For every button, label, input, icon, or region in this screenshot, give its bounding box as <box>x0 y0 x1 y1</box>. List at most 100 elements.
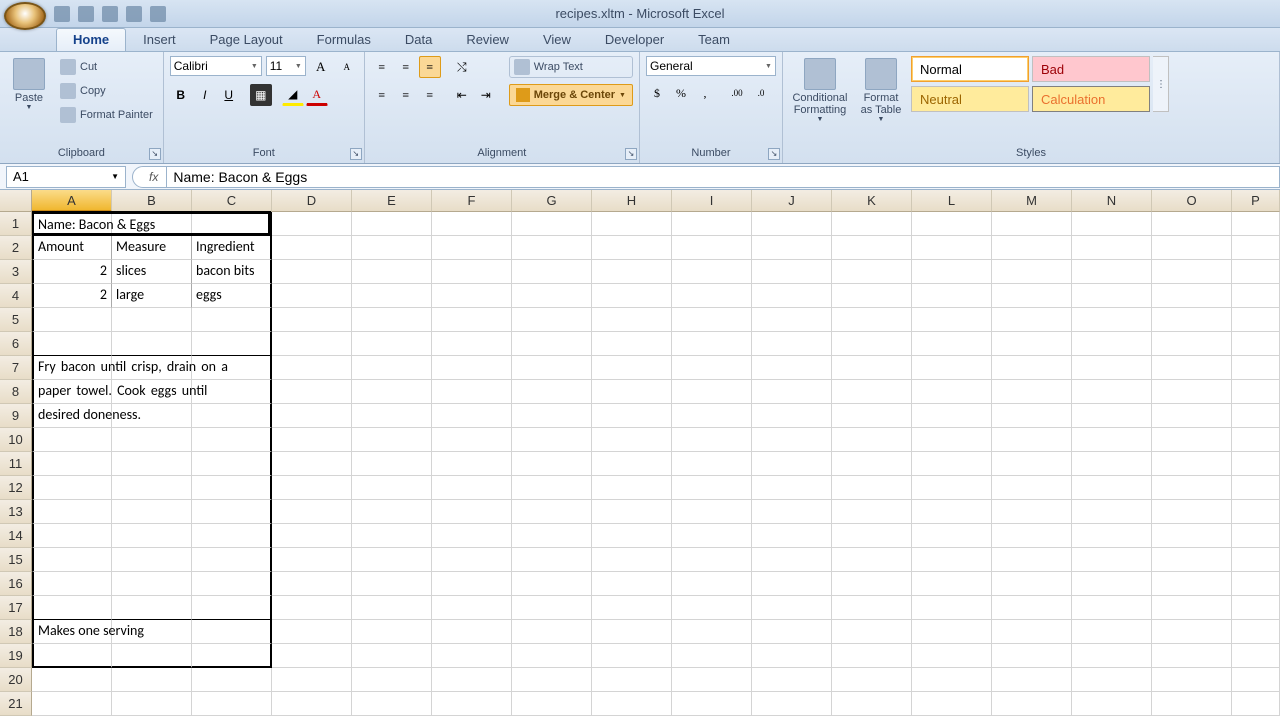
cell-O11[interactable] <box>1152 452 1232 476</box>
cell-C18[interactable] <box>192 620 272 644</box>
column-header-J[interactable]: J <box>752 190 832 212</box>
cell-N8[interactable] <box>1072 380 1152 404</box>
cell-M8[interactable] <box>992 380 1072 404</box>
cell-L21[interactable] <box>912 692 992 716</box>
cell-B11[interactable] <box>112 452 192 476</box>
cell-styles-more-button[interactable]: ⋯ <box>1153 56 1169 112</box>
row-header-16[interactable]: 16 <box>0 572 32 596</box>
cell-I7[interactable] <box>672 356 752 380</box>
cell-L18[interactable] <box>912 620 992 644</box>
grow-font-button[interactable]: A <box>310 56 332 78</box>
cell-J18[interactable] <box>752 620 832 644</box>
cell-J17[interactable] <box>752 596 832 620</box>
cell-N9[interactable] <box>1072 404 1152 428</box>
cell-K8[interactable] <box>832 380 912 404</box>
cell-G12[interactable] <box>512 476 592 500</box>
bold-button[interactable]: B <box>170 84 192 106</box>
cell-K11[interactable] <box>832 452 912 476</box>
cell-I21[interactable] <box>672 692 752 716</box>
cell-M14[interactable] <box>992 524 1072 548</box>
cell-J5[interactable] <box>752 308 832 332</box>
cell-K9[interactable] <box>832 404 912 428</box>
row-header-14[interactable]: 14 <box>0 524 32 548</box>
cell-A17[interactable] <box>32 596 112 620</box>
cell-A7[interactable]: Fry bacon until crisp, drain on a <box>32 356 112 380</box>
cell-F13[interactable] <box>432 500 512 524</box>
cell-H4[interactable] <box>592 284 672 308</box>
cell-C4[interactable]: eggs <box>192 284 272 308</box>
cell-P11[interactable] <box>1232 452 1280 476</box>
borders-button[interactable]: ▦ <box>250 84 272 106</box>
column-header-A[interactable]: A <box>32 190 112 212</box>
cell-F15[interactable] <box>432 548 512 572</box>
row-header-11[interactable]: 11 <box>0 452 32 476</box>
cell-E12[interactable] <box>352 476 432 500</box>
cell-P10[interactable] <box>1232 428 1280 452</box>
cell-I9[interactable] <box>672 404 752 428</box>
cell-A13[interactable] <box>32 500 112 524</box>
cell-N14[interactable] <box>1072 524 1152 548</box>
cell-A6[interactable] <box>32 332 112 356</box>
cell-I6[interactable] <box>672 332 752 356</box>
cell-F7[interactable] <box>432 356 512 380</box>
cell-P6[interactable] <box>1232 332 1280 356</box>
cell-D12[interactable] <box>272 476 352 500</box>
cell-E2[interactable] <box>352 236 432 260</box>
cell-G15[interactable] <box>512 548 592 572</box>
cell-I13[interactable] <box>672 500 752 524</box>
cell-P4[interactable] <box>1232 284 1280 308</box>
cell-K3[interactable] <box>832 260 912 284</box>
cell-F9[interactable] <box>432 404 512 428</box>
cell-L16[interactable] <box>912 572 992 596</box>
cell-G2[interactable] <box>512 236 592 260</box>
cell-K5[interactable] <box>832 308 912 332</box>
cell-M2[interactable] <box>992 236 1072 260</box>
cell-M9[interactable] <box>992 404 1072 428</box>
cell-P14[interactable] <box>1232 524 1280 548</box>
cell-O21[interactable] <box>1152 692 1232 716</box>
cell-K19[interactable] <box>832 644 912 668</box>
cell-E20[interactable] <box>352 668 432 692</box>
cell-B14[interactable] <box>112 524 192 548</box>
column-header-N[interactable]: N <box>1072 190 1152 212</box>
cell-E21[interactable] <box>352 692 432 716</box>
cell-M10[interactable] <box>992 428 1072 452</box>
cell-E18[interactable] <box>352 620 432 644</box>
cell-A11[interactable] <box>32 452 112 476</box>
cell-A16[interactable] <box>32 572 112 596</box>
cell-E17[interactable] <box>352 596 432 620</box>
row-header-8[interactable]: 8 <box>0 380 32 404</box>
cell-K14[interactable] <box>832 524 912 548</box>
row-header-19[interactable]: 19 <box>0 644 32 668</box>
cell-D14[interactable] <box>272 524 352 548</box>
cell-O9[interactable] <box>1152 404 1232 428</box>
cell-D19[interactable] <box>272 644 352 668</box>
cell-E16[interactable] <box>352 572 432 596</box>
percent-format-button[interactable]: % <box>670 82 692 104</box>
cell-P19[interactable] <box>1232 644 1280 668</box>
cell-G4[interactable] <box>512 284 592 308</box>
cell-D20[interactable] <box>272 668 352 692</box>
cell-J19[interactable] <box>752 644 832 668</box>
cell-L14[interactable] <box>912 524 992 548</box>
cell-H19[interactable] <box>592 644 672 668</box>
cell-A4[interactable]: 2 <box>32 284 112 308</box>
tab-view[interactable]: View <box>526 28 588 51</box>
cell-P20[interactable] <box>1232 668 1280 692</box>
cell-L20[interactable] <box>912 668 992 692</box>
cell-H10[interactable] <box>592 428 672 452</box>
qat-redo-icon[interactable] <box>102 6 118 22</box>
row-header-3[interactable]: 3 <box>0 260 32 284</box>
cell-E1[interactable] <box>352 212 432 236</box>
column-header-I[interactable]: I <box>672 190 752 212</box>
cell-P9[interactable] <box>1232 404 1280 428</box>
column-header-K[interactable]: K <box>832 190 912 212</box>
cell-O15[interactable] <box>1152 548 1232 572</box>
cell-K20[interactable] <box>832 668 912 692</box>
cell-K16[interactable] <box>832 572 912 596</box>
cell-E14[interactable] <box>352 524 432 548</box>
cell-G8[interactable] <box>512 380 592 404</box>
merge-center-button[interactable]: Merge & Center▼ <box>509 84 633 106</box>
cell-B20[interactable] <box>112 668 192 692</box>
cell-L1[interactable] <box>912 212 992 236</box>
